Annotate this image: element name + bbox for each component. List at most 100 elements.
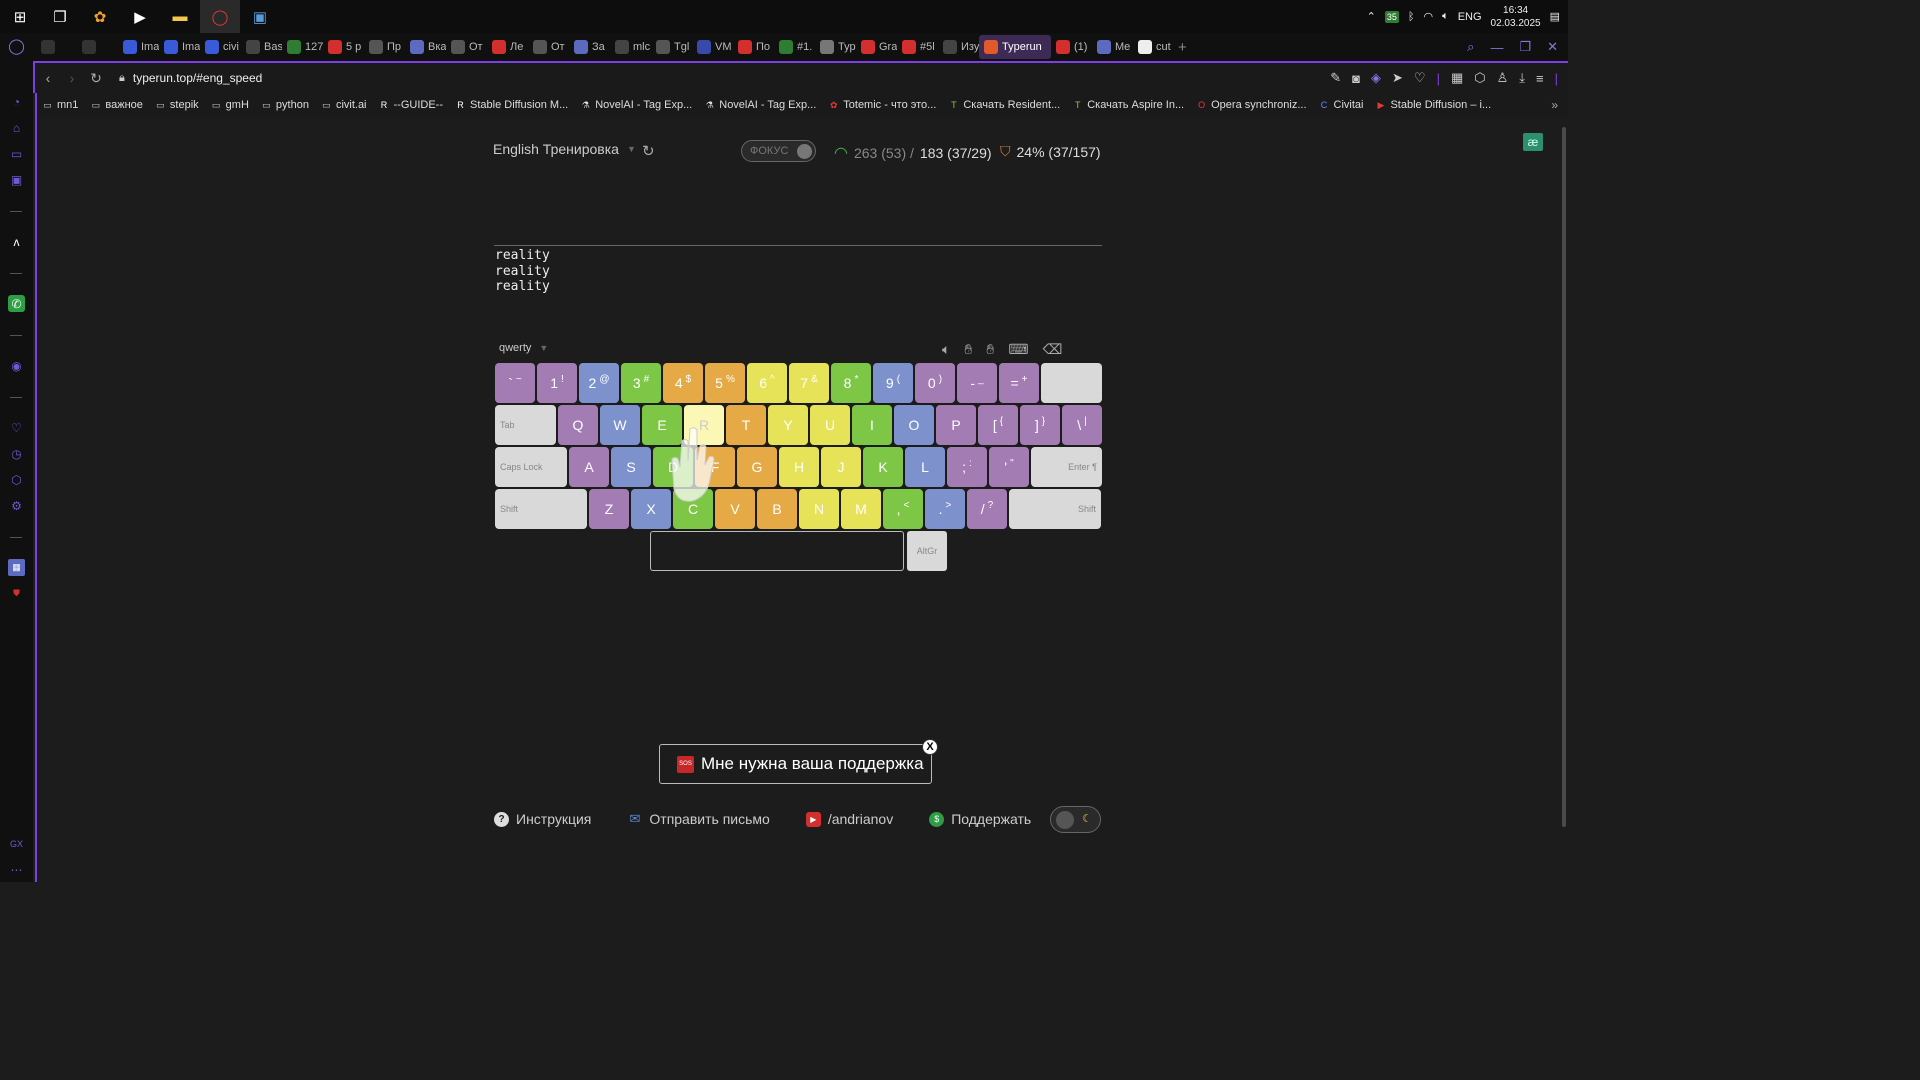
extensions-icon[interactable]: ⬡ (8, 471, 25, 488)
bookmark-item[interactable]: T Скачать Resident... (948, 99, 1060, 111)
bookmark-item[interactable]: R Stable Diffusion M... (455, 99, 568, 111)
file-explorer-icon[interactable]: ▬ (160, 0, 200, 33)
key-1[interactable]: 1! (537, 363, 577, 403)
volume-icon[interactable]: 🔈︎ (1442, 10, 1449, 23)
tray-badge[interactable]: 35 (1384, 10, 1399, 23)
site-logo-icon[interactable]: æ (1523, 133, 1543, 151)
forward-button[interactable]: › (61, 70, 83, 86)
key-b[interactable]: B (757, 489, 797, 529)
key-n[interactable]: N (799, 489, 839, 529)
tab[interactable]: VM (692, 35, 733, 59)
key-symbol[interactable]: . > (925, 489, 965, 529)
tab[interactable]: По (733, 35, 774, 59)
key-symbol[interactable]: /? (967, 489, 1007, 529)
opera-gx-icon[interactable]: ◯ (200, 0, 240, 33)
bookmark-item[interactable]: ▭ mn1 (42, 99, 78, 111)
tab[interactable]: Tgl (651, 35, 692, 59)
bookmark-item[interactable]: ⚗ NovelAI - Tag Exp... (580, 99, 693, 111)
key-y[interactable]: Y (768, 405, 808, 445)
key-x[interactable]: X (631, 489, 671, 529)
key-2[interactable]: 2 @ (579, 363, 619, 403)
key-m[interactable]: M (841, 489, 881, 529)
bookmark-item[interactable]: ▭ gmH (211, 99, 249, 111)
mode-dropdown[interactable]: English Тренировка ▼ (493, 141, 636, 157)
history-icon[interactable]: ◷ (8, 445, 25, 462)
tab[interactable]: (1) (1051, 35, 1092, 59)
chevron-up-icon[interactable]: ⌃ (1367, 10, 1376, 23)
vpn-icon[interactable]: ◈ (1371, 70, 1381, 86)
key-v[interactable]: V (715, 489, 755, 529)
key-4[interactable]: 4 $ (663, 363, 703, 403)
scroll-thumb[interactable] (1562, 127, 1566, 827)
focus-toggle[interactable]: ФОКУС (741, 140, 816, 162)
task-view-icon[interactable]: ❐ (40, 0, 80, 33)
bookmark-item[interactable]: ▶ Stable Diffusion – i... (1375, 99, 1491, 111)
gx-corner-icon[interactable]: ⌂ (8, 119, 25, 136)
notifications-icon[interactable]: ▤ (1550, 10, 1560, 23)
send-mail-link[interactable]: ✉ Отправить письмо (627, 811, 769, 827)
new-tab-button[interactable]: + (1178, 39, 1187, 56)
key-i[interactable]: I (852, 405, 892, 445)
backspace-icon[interactable]: ⌫ (1043, 341, 1063, 358)
key-z[interactable]: Z (589, 489, 629, 529)
key-l[interactable]: L (905, 447, 945, 487)
wifi-icon[interactable]: ◠ (1423, 10, 1433, 23)
tab-search-icon[interactable]: ⌕ (1467, 39, 1474, 55)
copilot-icon[interactable]: ✿ (80, 0, 120, 33)
language-indicator[interactable]: ENG (1458, 11, 1482, 23)
bookmark-item[interactable]: O Opera synchroniz... (1196, 99, 1306, 111)
space-key[interactable] (650, 531, 904, 571)
camera-icon[interactable]: ◙ (1352, 71, 1360, 86)
maximize-button[interactable]: ❐ (1519, 39, 1531, 55)
bookmark-item[interactable]: C Civitai (1319, 99, 1364, 111)
url-field[interactable]: typerun.top/#eng_speed (133, 71, 262, 85)
key-w[interactable]: W (600, 405, 640, 445)
bookmark-item[interactable]: T Скачать Aspire In... (1072, 99, 1184, 111)
tab[interactable]: Ima (118, 35, 159, 59)
key-j[interactable]: J (821, 447, 861, 487)
hand-icon[interactable]: ✋︎ (986, 341, 994, 358)
bookmarks-more-icon[interactable]: » (1551, 98, 1558, 112)
key-k[interactable]: K (863, 447, 903, 487)
tab[interactable]: Изу (938, 35, 979, 59)
dark-mode-toggle[interactable]: ☾ (1050, 806, 1101, 833)
key-symbol[interactable]: ;: (947, 447, 987, 487)
key-symbol[interactable]: [{ (978, 405, 1018, 445)
tab[interactable]: Вка (405, 35, 446, 59)
lock-icon[interactable]: 🔒︎ (119, 72, 125, 85)
key-enter[interactable]: Enter ¶ (1031, 447, 1102, 487)
tab[interactable]: Ле (487, 35, 528, 59)
bookmark-item[interactable]: ▭ важное (90, 99, 143, 111)
bookmark-item[interactable]: ⚗ NovelAI - Tag Exp... (704, 99, 817, 111)
donate-link[interactable]: $ Поддержать (929, 811, 1031, 827)
scrollbar[interactable] (1560, 127, 1568, 839)
tab[interactable]: Gra (856, 35, 897, 59)
close-banner-button[interactable]: X (922, 739, 938, 755)
start-icon[interactable]: ⊞ (0, 0, 40, 33)
download-icon[interactable]: ⤓ (1519, 70, 1525, 86)
altgr-key[interactable]: AltGr (907, 531, 947, 571)
key-6[interactable]: 6 ^ (747, 363, 787, 403)
clock[interactable]: 16:34 02.03.2025 (1491, 4, 1541, 30)
ublock-icon[interactable]: ⛊ (8, 585, 25, 602)
tab[interactable]: mlc (610, 35, 651, 59)
key-5[interactable]: 5% (705, 363, 745, 403)
key-p[interactable]: P (936, 405, 976, 445)
tab[interactable]: #5l (897, 35, 938, 59)
key-s[interactable]: S (611, 447, 651, 487)
tab-active[interactable]: Typerun (979, 35, 1051, 59)
key-symbol[interactable]: - _ (957, 363, 997, 403)
key-symbol[interactable]: ]} (1020, 405, 1060, 445)
key-0[interactable]: 0) (915, 363, 955, 403)
opera-menu-icon[interactable]: ◯ (8, 37, 25, 55)
tab[interactable]: Пр (364, 35, 405, 59)
close-window-button[interactable]: ✕ (1547, 39, 1558, 55)
tab[interactable]: Тур (815, 35, 856, 59)
key-a[interactable]: A (569, 447, 609, 487)
whatsapp-icon[interactable]: ✆ (8, 295, 25, 312)
key-3[interactable]: 3 # (621, 363, 661, 403)
tab[interactable]: От (446, 35, 487, 59)
tab[interactable]: 127 (282, 35, 323, 59)
key-shift[interactable]: Shift (495, 489, 587, 529)
tab[interactable]: Bas (241, 35, 282, 59)
